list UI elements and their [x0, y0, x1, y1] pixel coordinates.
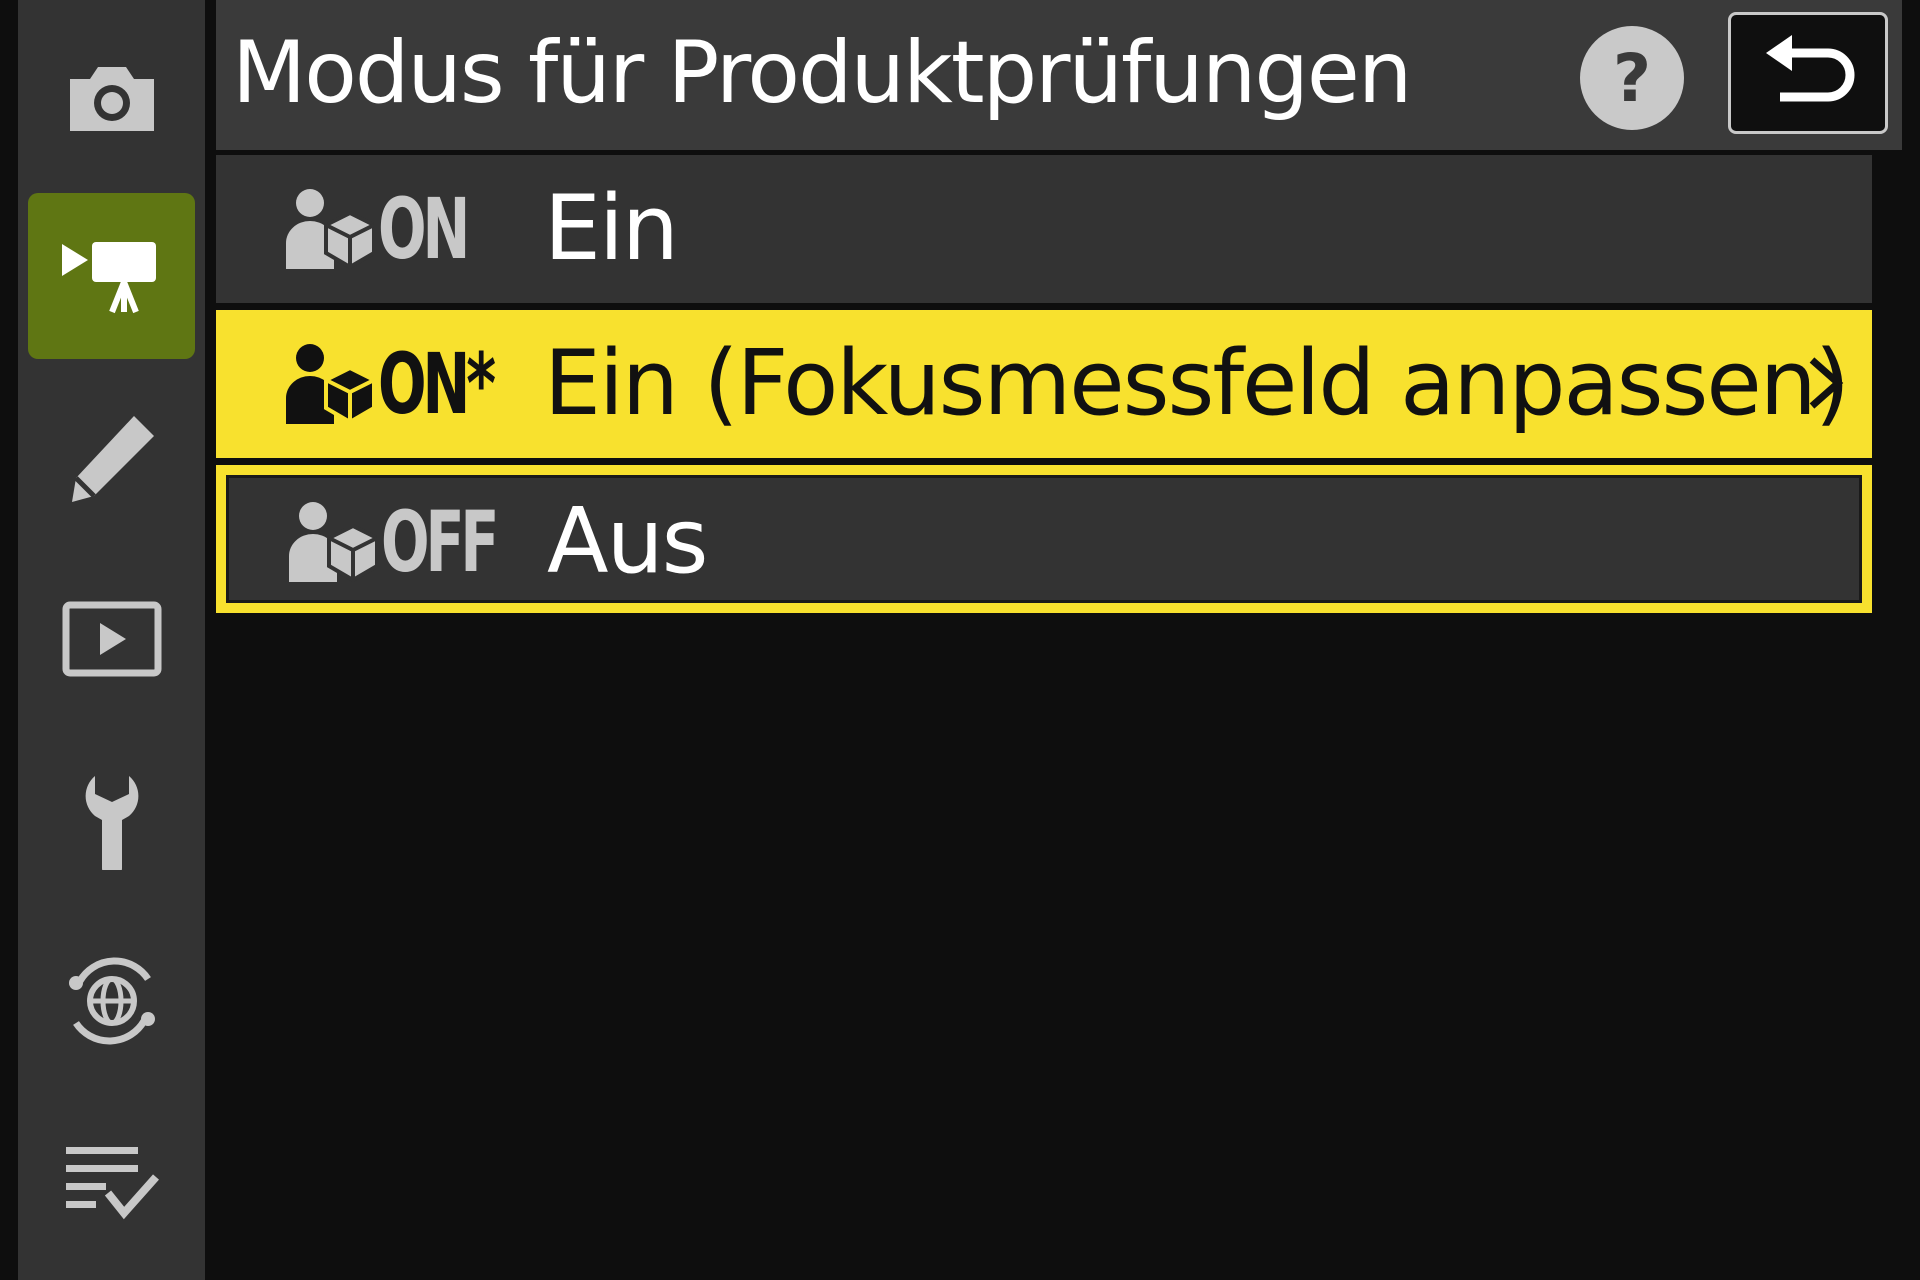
- option-icon-group: ON*: [286, 335, 546, 433]
- wrench-icon: [85, 776, 138, 870]
- option-off[interactable]: OFF Aus: [216, 465, 1872, 613]
- option-label: Ein (Fokusmessfeld anpassen): [544, 331, 1850, 436]
- option-on[interactable]: ON Ein: [216, 155, 1872, 303]
- tab-video-recording[interactable]: [28, 193, 195, 359]
- tab-custom-settings[interactable]: [28, 375, 195, 541]
- menu-header: Modus für Produktprüfungen ?: [216, 0, 1902, 150]
- camera-icon: [69, 67, 154, 131]
- option-on-adjust-focus[interactable]: ON* Ein (Fokusmessfeld anpassen): [216, 310, 1872, 458]
- product-review-person-icon: [289, 502, 377, 583]
- my-menu-checklist-icon: [65, 1147, 159, 1220]
- playback-icon: [62, 601, 161, 677]
- option-tag: ON: [378, 180, 470, 278]
- movie-camera-icon: [61, 242, 156, 314]
- help-button[interactable]: ?: [1580, 26, 1684, 130]
- network-globe-icon: [68, 957, 155, 1045]
- tab-my-menu[interactable]: [28, 1098, 195, 1264]
- pencil-icon: [71, 416, 154, 502]
- help-icon: ?: [1612, 39, 1652, 117]
- tab-photo-shooting[interactable]: [28, 14, 195, 180]
- option-tag: OFF: [381, 493, 499, 591]
- return-arrow-icon: [1766, 35, 1855, 102]
- product-review-person-icon: [286, 344, 374, 425]
- option-icon-group: ON: [286, 180, 508, 278]
- product-review-person-icon: [286, 189, 374, 270]
- back-button[interactable]: [1728, 12, 1888, 134]
- option-icon-group: OFF: [289, 493, 549, 591]
- chevron-right-icon: [1809, 357, 1844, 409]
- option-label: Ein: [544, 176, 679, 281]
- tab-network[interactable]: [28, 918, 195, 1084]
- tab-playback[interactable]: [28, 556, 195, 722]
- page-title: Modus für Produktprüfungen: [232, 23, 1412, 123]
- option-label: Aus: [547, 489, 708, 594]
- option-off-panel: OFF Aus: [226, 475, 1862, 603]
- menu-tab-bar: [18, 0, 205, 1280]
- option-tag: ON*: [378, 335, 496, 433]
- tab-setup[interactable]: [28, 737, 195, 903]
